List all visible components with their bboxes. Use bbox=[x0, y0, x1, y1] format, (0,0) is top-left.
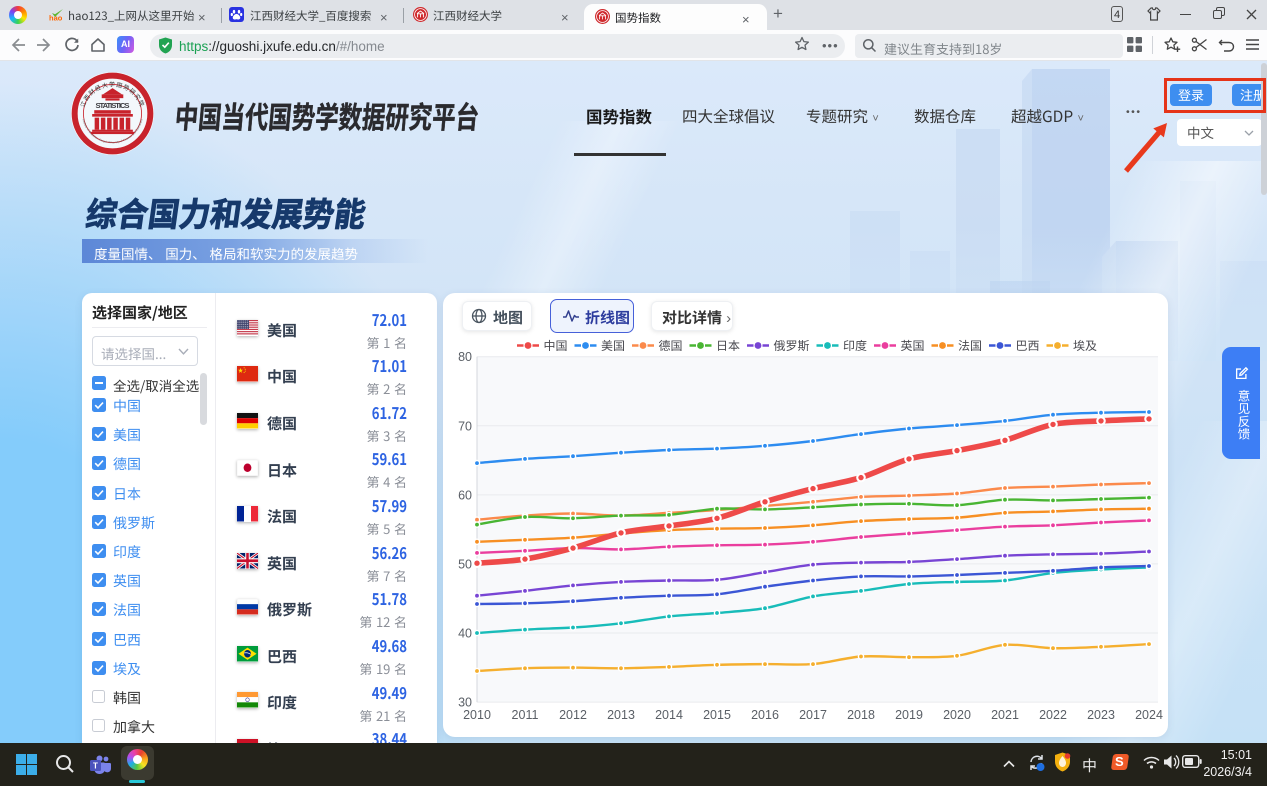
svg-text:巴西: 巴西 bbox=[1016, 337, 1040, 354]
svg-text:2010: 2010 bbox=[463, 708, 491, 722]
svg-text:德国: 德国 bbox=[659, 337, 683, 354]
svg-text:日本: 日本 bbox=[716, 337, 740, 354]
svg-text:hao: hao bbox=[49, 14, 63, 22]
svg-text:2020: 2020 bbox=[943, 708, 971, 722]
svg-text:50: 50 bbox=[458, 557, 472, 571]
svg-text:2024: 2024 bbox=[1135, 708, 1163, 722]
svg-text:俄罗斯: 俄罗斯 bbox=[774, 337, 810, 354]
svg-text:英国: 英国 bbox=[901, 337, 925, 354]
svg-text:印度: 印度 bbox=[843, 337, 867, 354]
svg-text:2022: 2022 bbox=[1039, 708, 1067, 722]
svg-text:T: T bbox=[93, 762, 98, 771]
svg-text:2021: 2021 bbox=[991, 708, 1019, 722]
svg-text:中国: 中国 bbox=[544, 337, 568, 354]
svg-text:2016: 2016 bbox=[751, 708, 779, 722]
svg-text:2018: 2018 bbox=[847, 708, 875, 722]
svg-text:STATISTICS: STATISTICS bbox=[95, 101, 129, 110]
svg-text:80: 80 bbox=[458, 350, 472, 364]
svg-text:法国: 法国 bbox=[958, 337, 982, 354]
svg-text:美国: 美国 bbox=[601, 337, 625, 354]
svg-text:70: 70 bbox=[458, 419, 472, 433]
svg-text:2013: 2013 bbox=[607, 708, 635, 722]
svg-text:2012: 2012 bbox=[559, 708, 587, 722]
svg-text:2011: 2011 bbox=[512, 708, 539, 722]
svg-text:60: 60 bbox=[458, 488, 472, 502]
svg-text:埃及: 埃及 bbox=[1073, 337, 1097, 354]
svg-text:40: 40 bbox=[458, 627, 472, 641]
svg-text:2017: 2017 bbox=[799, 708, 827, 722]
svg-text:2014: 2014 bbox=[655, 708, 683, 722]
svg-text:2015: 2015 bbox=[703, 708, 731, 722]
svg-text:2019: 2019 bbox=[895, 708, 923, 722]
svg-text:2023: 2023 bbox=[1087, 708, 1115, 722]
